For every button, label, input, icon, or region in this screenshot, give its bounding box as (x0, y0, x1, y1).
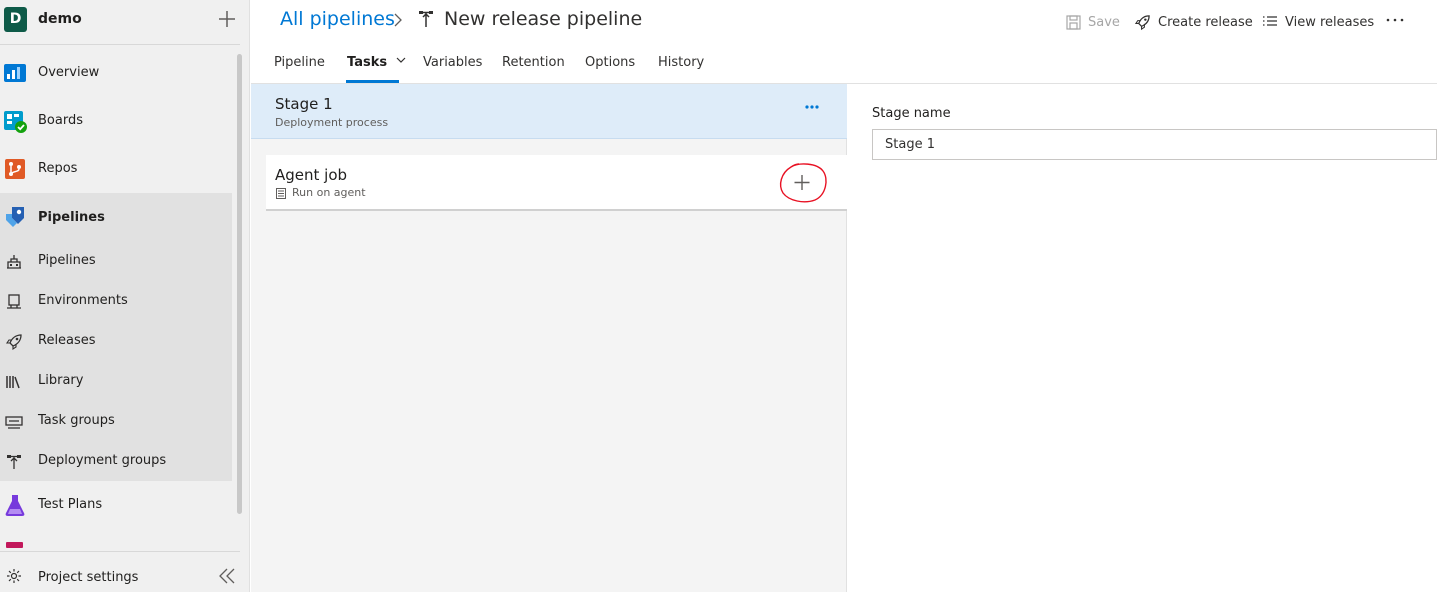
environments-icon (7, 294, 21, 309)
list-icon (1263, 16, 1277, 26)
chevron-down-icon (396, 57, 406, 63)
add-icon[interactable] (216, 6, 238, 32)
tab-tasks[interactable]: Tasks (347, 55, 406, 70)
save-label: Save (1088, 14, 1120, 30)
sidebar-subitem-label: Releases (38, 333, 96, 348)
divider (0, 44, 240, 45)
pipeline-tabs: Pipeline Tasks Variables Retention Optio… (251, 44, 1437, 84)
sidebar-item-pipelines[interactable]: Pipelines (0, 193, 232, 241)
page-title: New release pipeline (444, 8, 643, 30)
server-icon (276, 188, 286, 199)
tab-retention[interactable]: Retention (502, 55, 565, 70)
sidebar-subitem-library[interactable]: Library (0, 361, 232, 401)
release-pipeline-icon (419, 11, 433, 27)
project-name: demo (38, 11, 82, 27)
chevron-right-icon (394, 13, 402, 27)
add-task-icon[interactable] (777, 159, 829, 205)
sidebar-subitem-releases[interactable]: Releases (0, 321, 232, 361)
project-settings-button[interactable]: Project settings (0, 560, 249, 592)
create-release-label: Create release (1158, 14, 1253, 30)
project-header[interactable]: D demo (0, 0, 249, 42)
sidebar-item-repos[interactable]: Repos (0, 149, 232, 189)
tab-history[interactable]: History (658, 55, 704, 70)
agent-job-card[interactable]: Agent job Run on agent (266, 155, 847, 211)
more-options-icon[interactable] (804, 102, 820, 112)
collapse-sidebar-icon[interactable] (218, 567, 236, 585)
sidebar-subitem-label: Pipelines (38, 253, 96, 268)
library-icon (6, 376, 20, 389)
stage-subtitle: Deployment process (275, 116, 389, 129)
sidebar-item-boards[interactable]: Boards (0, 101, 232, 141)
sidebar-item-label: Pipelines (38, 210, 105, 225)
sidebar-subitem-environments[interactable]: Environments (0, 281, 232, 321)
agent-job-title: Agent job (275, 166, 348, 184)
tab-options[interactable]: Options (585, 55, 635, 70)
pipelines-sub-icon (7, 255, 21, 269)
test-plans-icon (5, 495, 25, 516)
tab-tasks-label: Tasks (347, 55, 388, 70)
agent-job-subtitle: Run on agent (292, 186, 366, 199)
sidebar-scrollbar[interactable] (237, 54, 242, 514)
divider (0, 551, 240, 552)
rocket-icon (1134, 14, 1150, 30)
tab-variables[interactable]: Variables (423, 55, 482, 70)
deployment-groups-icon (7, 455, 21, 469)
save-icon (1066, 14, 1081, 30)
stage-properties-panel: Stage name (848, 84, 1437, 592)
task-groups-icon (5, 416, 23, 429)
sidebar-item-test-plans[interactable]: Test Plans (0, 485, 232, 525)
stage-name-input[interactable] (872, 129, 1437, 160)
tasks-canvas: Stage 1 Deployment process Agent job Run… (251, 84, 847, 592)
sidebar-subitem-label: Task groups (38, 413, 115, 428)
left-nav-sidebar: D demo Overview Boards Repos Pipelines P… (0, 0, 250, 592)
gear-icon (7, 569, 21, 583)
more-options-icon[interactable] (1386, 18, 1404, 22)
sidebar-subitem-pipelines[interactable]: Pipelines (0, 241, 232, 281)
active-tab-indicator (346, 80, 399, 83)
stage-title: Stage 1 (275, 95, 333, 113)
project-avatar: D (4, 7, 27, 32)
boards-icon (4, 111, 27, 133)
sidebar-item-label: Test Plans (38, 497, 103, 512)
save-button[interactable]: Save (1066, 12, 1120, 32)
view-releases-button[interactable]: View releases (1262, 12, 1374, 32)
stage-name-label: Stage name (872, 106, 951, 121)
breadcrumb-all-pipelines[interactable]: All pipelines (280, 8, 395, 30)
view-releases-label: View releases (1285, 14, 1375, 30)
sidebar-subitem-label: Deployment groups (38, 453, 167, 468)
overview-icon (4, 64, 26, 82)
artifacts-icon (6, 542, 23, 548)
sidebar-subitem-label: Environments (38, 293, 128, 308)
pipelines-icon (6, 207, 24, 227)
sidebar-item-overview[interactable]: Overview (0, 53, 232, 93)
sidebar-item-label: Boards (38, 113, 83, 128)
repos-icon (5, 159, 25, 179)
page-header: All pipelines New release pipeline Save … (251, 0, 1437, 44)
project-settings-label: Project settings (38, 570, 139, 585)
stage-card[interactable]: Stage 1 Deployment process (251, 84, 847, 139)
sidebar-subitem-deployment-groups[interactable]: Deployment groups (0, 441, 232, 481)
sidebar-item-label: Repos (38, 161, 78, 176)
rocket-icon (5, 334, 22, 351)
sidebar-item-label: Overview (38, 65, 100, 80)
tab-pipeline[interactable]: Pipeline (274, 55, 325, 70)
create-release-button[interactable]: Create release (1134, 12, 1253, 32)
sidebar-subitem-label: Library (38, 373, 84, 388)
sidebar-subitem-task-groups[interactable]: Task groups (0, 401, 232, 441)
